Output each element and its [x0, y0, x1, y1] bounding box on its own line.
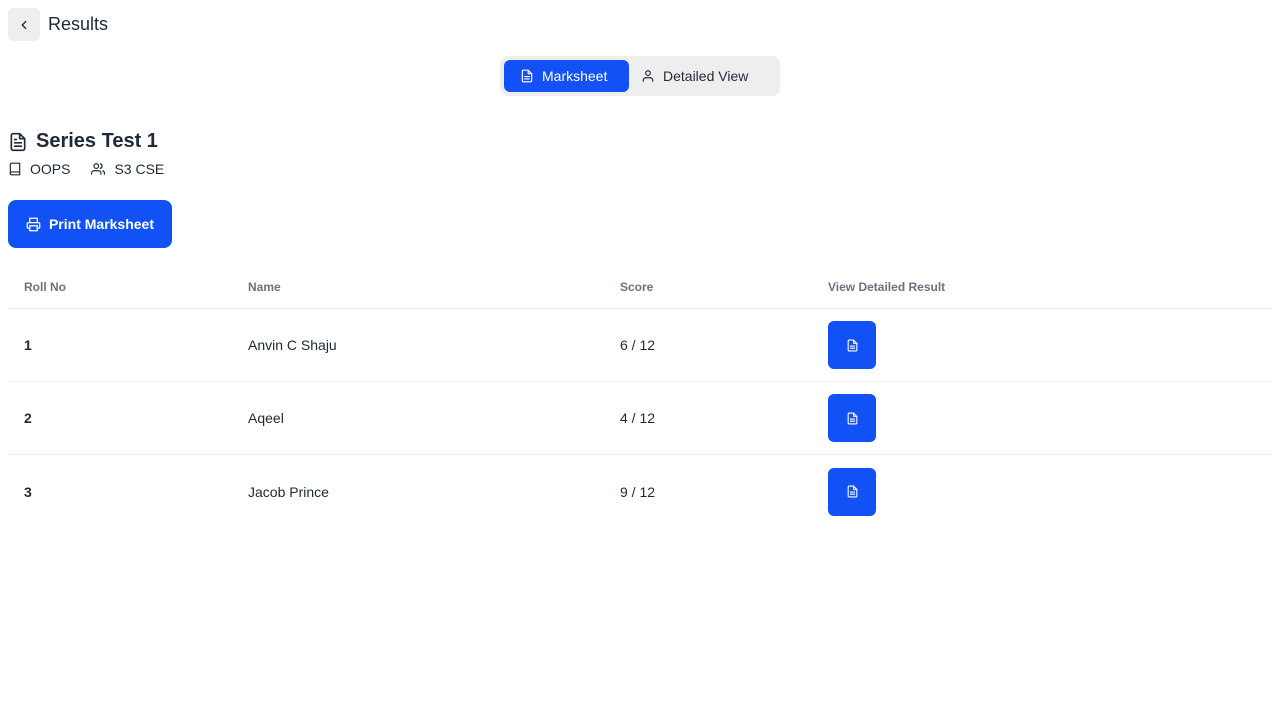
subject-meta: OOPS: [8, 161, 70, 177]
table-header: Roll No Name Score View Detailed Result: [8, 266, 1272, 309]
column-header-view: View Detailed Result: [828, 280, 946, 294]
score-cell: 4 / 12: [620, 410, 656, 426]
name-cell: Jacob Prince: [248, 483, 329, 500]
chevron-left-icon: [21, 20, 27, 29]
printer-icon: [26, 217, 41, 231]
test-heading: Series Test 1: [8, 130, 158, 153]
tab-label: Marksheet: [542, 68, 608, 84]
document-icon: [10, 132, 26, 151]
tab-label: Detailed View: [663, 68, 749, 84]
view-result-button[interactable]: [828, 321, 876, 369]
tab-detailed-view[interactable]: Detailed View: [629, 60, 748, 92]
view-result-button[interactable]: [828, 394, 876, 442]
column-header-roll: Roll No: [24, 280, 66, 294]
print-marksheet-button[interactable]: Print Marksheet: [8, 200, 172, 248]
name-cell: Anvin C Shaju: [248, 337, 337, 353]
class-meta: S3 CSE: [90, 161, 164, 177]
users-icon: [91, 163, 106, 175]
class-label: S3 CSE: [114, 161, 165, 177]
user-icon: [642, 70, 654, 82]
table-row: 1 Anvin C Shaju 6 / 12: [8, 309, 1272, 382]
table-row: 2 Aqeel 4 / 12: [8, 382, 1272, 455]
print-button-label: Print Marksheet: [48, 216, 155, 232]
header: Results: [8, 8, 108, 41]
roll-cell: 2: [24, 410, 32, 426]
document-icon: [847, 339, 857, 351]
name-cell: Aqeel: [248, 410, 284, 426]
tab-marksheet[interactable]: Marksheet: [504, 60, 629, 92]
column-header-score: Score: [620, 280, 654, 294]
view-toggle: Marksheet Detailed View: [500, 56, 780, 96]
test-title: Series Test 1: [36, 130, 158, 152]
document-icon: [847, 485, 857, 498]
roll-cell: 3: [24, 483, 32, 500]
subject-label: OOPS: [30, 161, 71, 177]
roll-cell: 1: [24, 337, 32, 353]
test-meta: OOPS S3 CSE: [8, 161, 184, 177]
score-cell: 9 / 12: [620, 483, 656, 500]
results-table: Roll No Name Score View Detailed Result …: [8, 266, 1272, 528]
document-icon: [847, 412, 857, 424]
page-title: Results: [48, 14, 109, 34]
score-cell: 6 / 12: [620, 337, 656, 353]
document-icon: [521, 69, 533, 83]
view-result-button[interactable]: [828, 467, 876, 516]
back-button[interactable]: [8, 8, 40, 41]
table-row: 3 Jacob Prince 9 / 12: [8, 455, 1272, 528]
column-header-name: Name: [248, 280, 281, 294]
book-icon: [9, 162, 21, 176]
